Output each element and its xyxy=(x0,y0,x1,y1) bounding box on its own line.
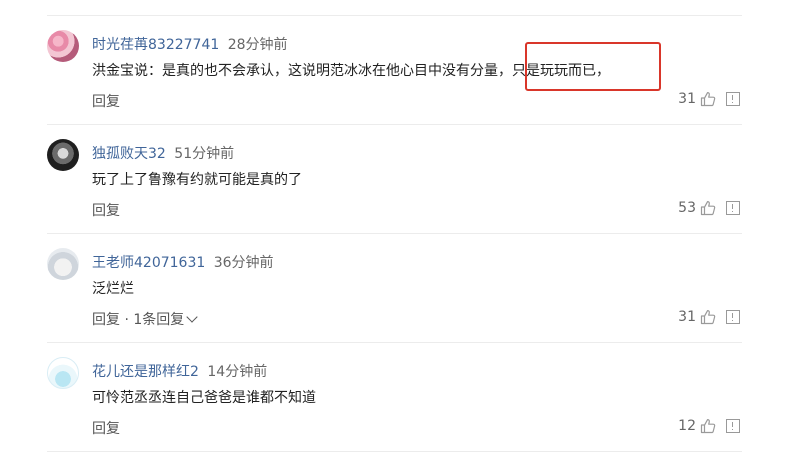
reply-label: 回复 xyxy=(92,203,120,219)
username[interactable]: 时光荏苒83227741 xyxy=(92,37,219,53)
comment-text-main: 洪金宝说：是真的也不会承认，这说明范冰冰在他心目中没有分量， xyxy=(92,63,512,79)
username[interactable]: 王老师42071631 xyxy=(92,255,205,271)
comment-item: 花儿还是那样红2 14分钟前 可怜范丞丞连自己爸爸是谁都不知道 回复 12 xyxy=(47,357,742,463)
comment-meta: 王老师42071631 36分钟前 xyxy=(92,252,274,272)
report-icon[interactable] xyxy=(726,310,740,324)
like-count: 31 xyxy=(678,309,696,325)
avatar[interactable] xyxy=(47,139,79,171)
comment-stats: 53 xyxy=(678,199,740,217)
comment-meta: 独孤败天32 51分钟前 xyxy=(92,143,234,163)
report-icon[interactable] xyxy=(726,419,740,433)
divider xyxy=(47,15,742,16)
avatar[interactable] xyxy=(47,357,79,389)
timestamp: 36分钟前 xyxy=(213,255,274,271)
comment-meta: 花儿还是那样红2 14分钟前 xyxy=(92,361,267,381)
report-icon[interactable] xyxy=(726,201,740,215)
comment-text: 可怜范丞丞连自己爸爸是谁都不知道 xyxy=(92,390,316,406)
comment-stats: 12 xyxy=(678,417,740,435)
avatar[interactable] xyxy=(47,30,79,62)
comment-item: 独孤败天32 51分钟前 玩了上了鲁豫有约就可能是真的了 回复 53 xyxy=(47,139,742,245)
like-count: 31 xyxy=(678,91,696,107)
comment-stats: 31 xyxy=(678,308,740,326)
report-icon[interactable] xyxy=(726,92,740,106)
like-count: 12 xyxy=(678,418,696,434)
reply-link[interactable]: 回复 xyxy=(92,418,120,438)
reply-label: 回复 xyxy=(92,312,120,328)
avatar[interactable] xyxy=(47,248,79,280)
comment-stats: 31 xyxy=(678,90,740,108)
reply-label: 回复 xyxy=(92,94,120,110)
comment-text: 泛烂烂 xyxy=(92,281,134,297)
comment-text: 玩了上了鲁豫有约就可能是真的了 xyxy=(92,172,302,188)
thumbs-up-icon[interactable] xyxy=(700,309,716,325)
timestamp: 14分钟前 xyxy=(207,364,268,380)
reply-label: 回复 xyxy=(92,421,120,437)
timestamp: 51分钟前 xyxy=(174,146,235,162)
comment-meta: 时光荏苒83227741 28分钟前 xyxy=(92,34,288,54)
timestamp: 28分钟前 xyxy=(227,37,288,53)
reply-link[interactable]: 回复 xyxy=(92,91,120,111)
view-replies-toggle[interactable]: · 1条回复 xyxy=(120,312,184,328)
thumbs-up-icon[interactable] xyxy=(700,418,716,434)
highlight-annotation-box xyxy=(525,42,661,91)
username[interactable]: 独孤败天32 xyxy=(92,146,166,162)
comment-item: 王老师42071631 36分钟前 泛烂烂 回复 · 1条回复 31 xyxy=(47,248,742,354)
chevron-down-icon[interactable] xyxy=(186,311,198,323)
username[interactable]: 花儿还是那样红2 xyxy=(92,364,199,380)
reply-link[interactable]: 回复 · 1条回复 xyxy=(92,309,198,329)
thumbs-up-icon[interactable] xyxy=(700,91,716,107)
reply-link[interactable]: 回复 xyxy=(92,200,120,220)
thumbs-up-icon[interactable] xyxy=(700,200,716,216)
like-count: 53 xyxy=(678,200,696,216)
